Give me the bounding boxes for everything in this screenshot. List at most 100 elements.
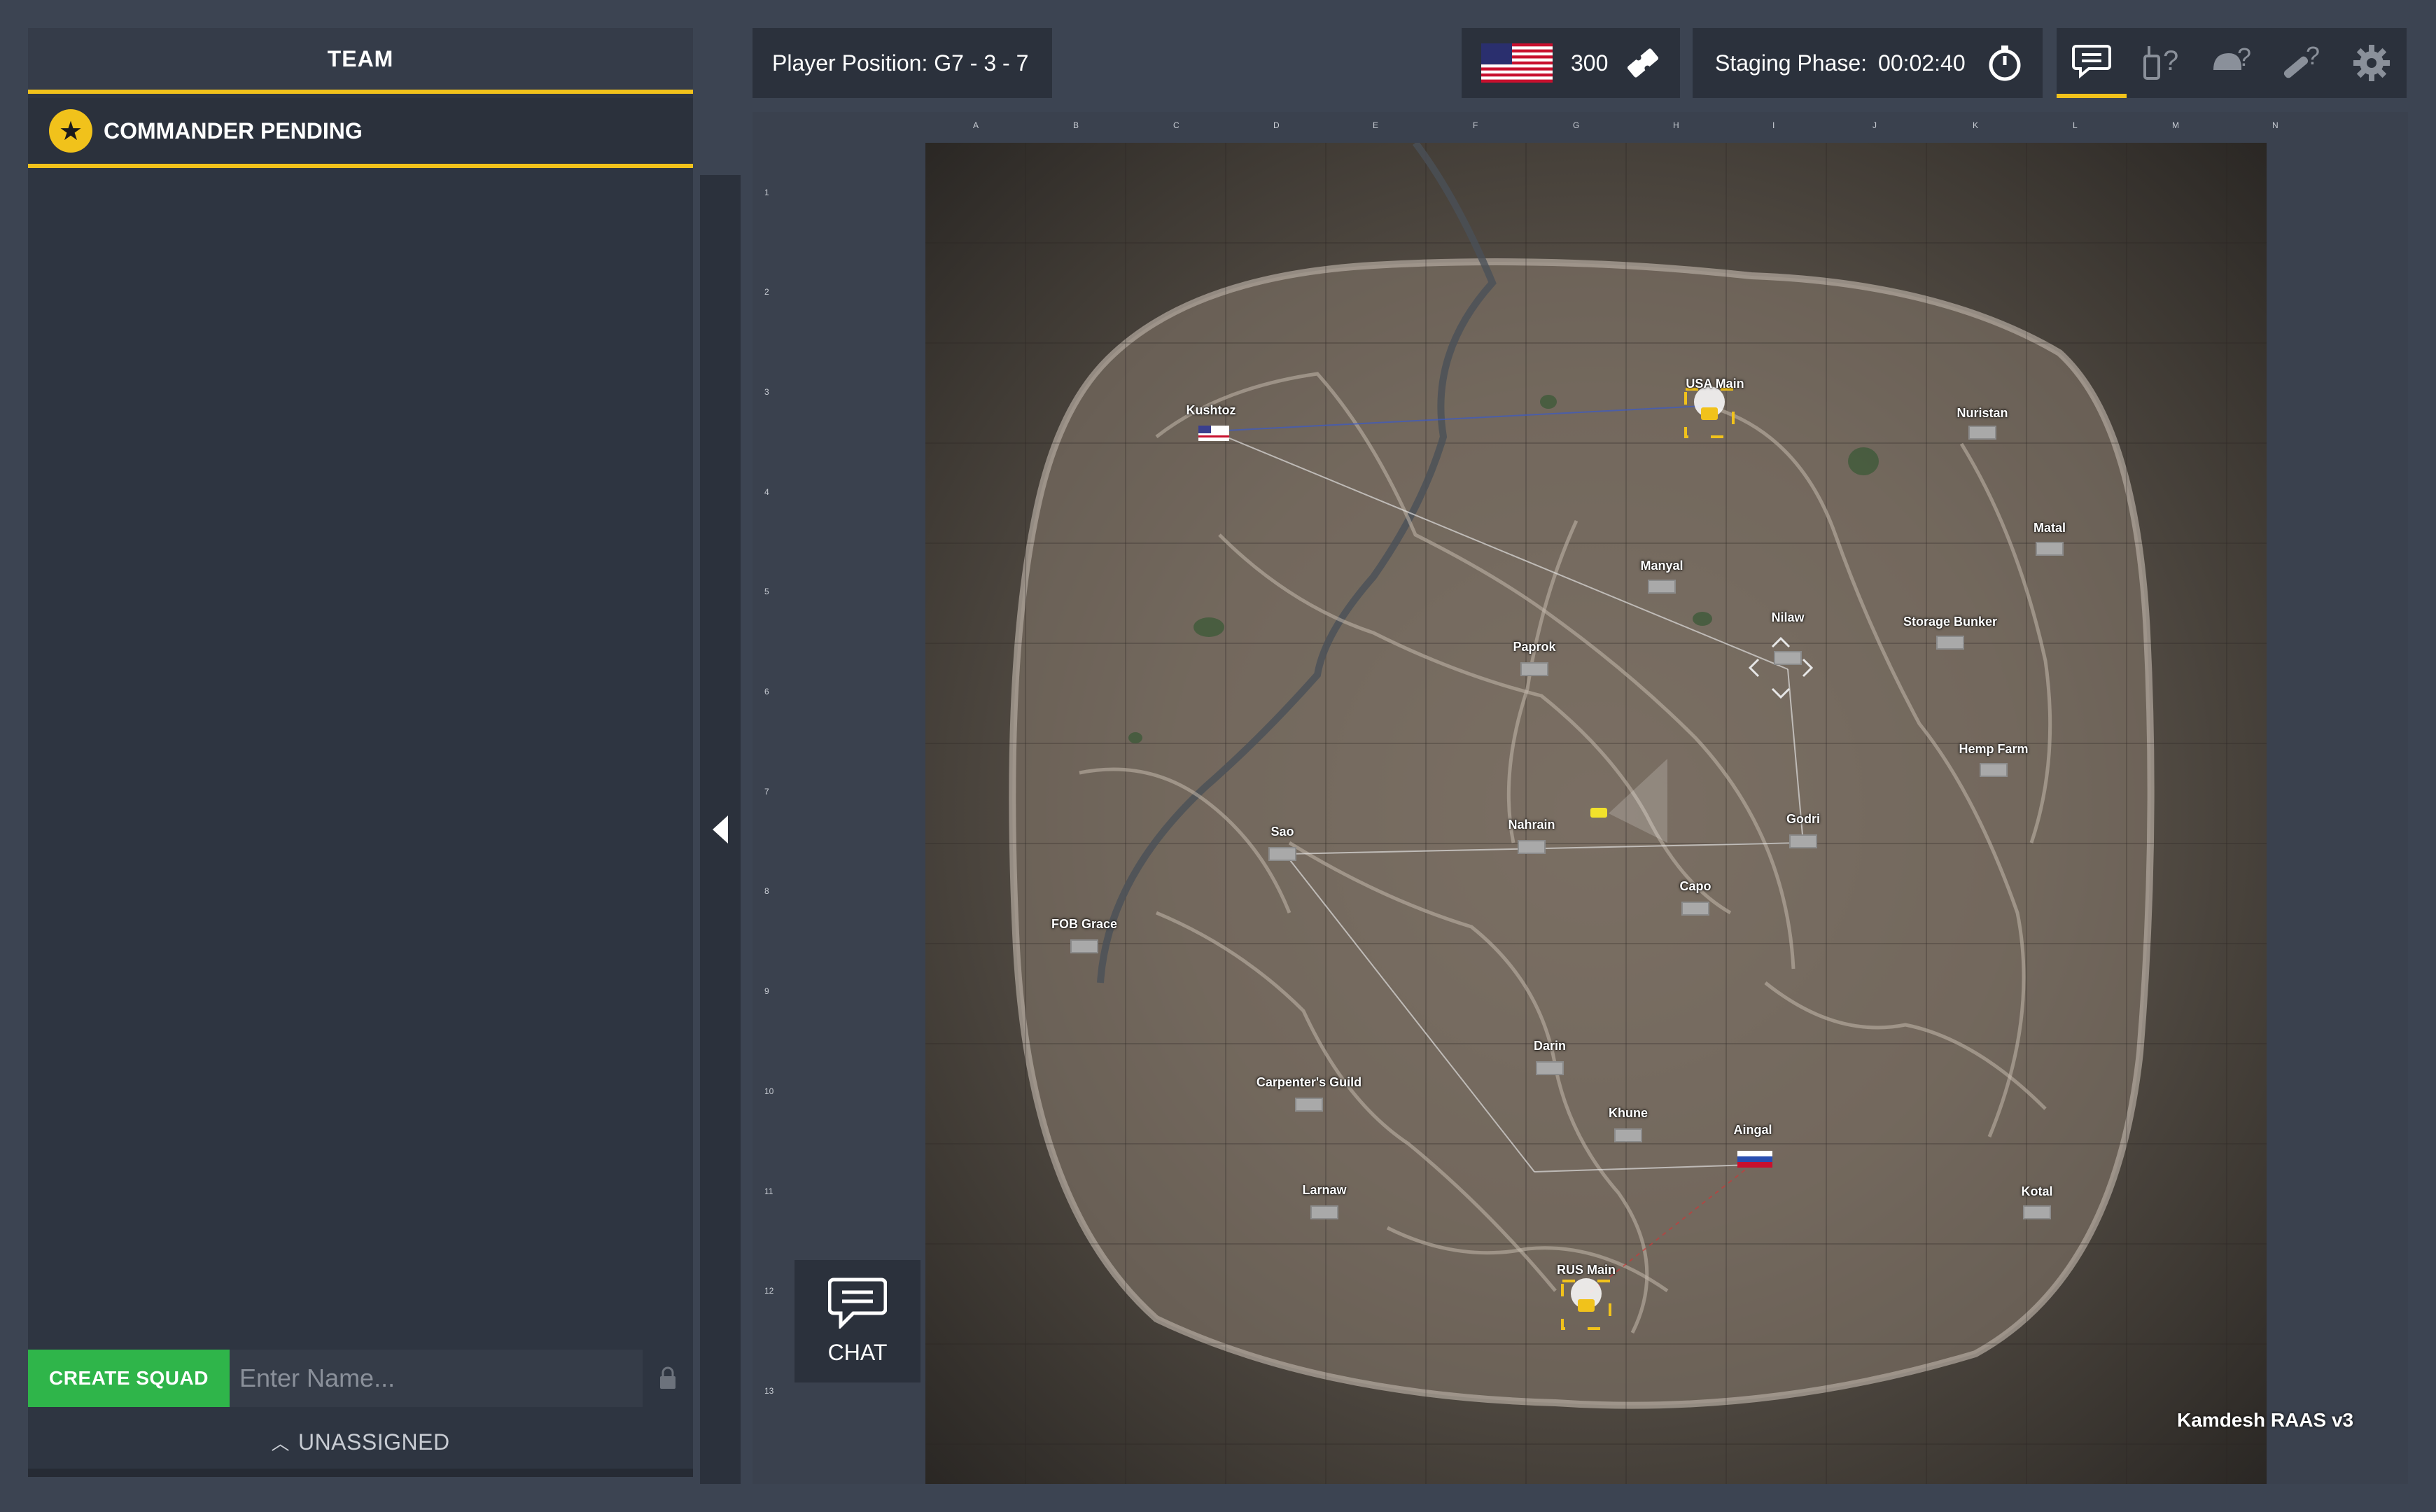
lock-icon[interactable] xyxy=(643,1350,693,1407)
poi-fob-grace[interactable]: FOB Grace xyxy=(1051,917,1117,932)
poi-sao[interactable]: Sao xyxy=(1270,825,1294,839)
chevron-left-icon xyxy=(713,816,728,844)
grid-row-label: 6 xyxy=(764,687,769,696)
helmet-help-icon: ? xyxy=(2213,43,2251,71)
staging-phase-box: Staging Phase: 00:02:40 xyxy=(1693,28,2043,98)
tactical-map[interactable]: USA Main Kushtoz Nuristan Matal Manyal N… xyxy=(925,143,2267,1484)
chat-bubble-icon xyxy=(828,1278,887,1329)
settings-tab[interactable] xyxy=(2337,28,2407,98)
poi-nahrain[interactable]: Nahrain xyxy=(1508,818,1555,832)
poi-matal[interactable]: Matal xyxy=(2033,521,2066,536)
grid-col-label: B xyxy=(1073,120,1079,130)
poi-storage-bunker[interactable]: Storage Bunker xyxy=(1903,615,1997,629)
poi-carpenters-guild-flag xyxy=(1295,1098,1323,1112)
poi-kotal-flag xyxy=(2023,1205,2051,1219)
poi-capo-flag xyxy=(1681,902,1709,916)
poi-nilaw[interactable]: Nilaw xyxy=(1771,610,1804,625)
commander-row[interactable]: ★ COMMANDER PENDING xyxy=(28,98,693,168)
poi-paprok[interactable]: Paprok xyxy=(1513,640,1555,654)
poi-nilaw-flag xyxy=(1774,651,1802,665)
map-terrain xyxy=(925,143,2267,1484)
poi-kotal[interactable]: Kotal xyxy=(2022,1184,2053,1199)
top-icon-bar: ? ? ? xyxy=(2057,28,2407,98)
helmet-help-tab[interactable]: ? xyxy=(2197,28,2267,98)
poi-larnaw-flag xyxy=(1310,1205,1338,1219)
grid-row-label: 9 xyxy=(764,986,769,996)
radio-help-tab[interactable]: ? xyxy=(2127,28,2197,98)
commander-star-icon: ★ xyxy=(49,109,92,153)
grid-row-label: 4 xyxy=(764,487,769,497)
poi-nahrain-flag xyxy=(1518,840,1546,854)
poi-larnaw[interactable]: Larnaw xyxy=(1302,1183,1346,1198)
poi-kushtoz[interactable]: Kushtoz xyxy=(1186,403,1236,418)
svg-text:?: ? xyxy=(2237,43,2251,71)
squad-name-input[interactable] xyxy=(230,1350,643,1407)
grid-col-label: L xyxy=(2073,120,2078,130)
grid-col-label: N xyxy=(2272,120,2278,130)
poi-usa-main[interactable]: USA Main xyxy=(1686,377,1744,391)
svg-text:?: ? xyxy=(2306,42,2320,70)
poi-rus-main[interactable]: RUS Main xyxy=(1557,1263,1616,1278)
grid-col-label: I xyxy=(1772,120,1775,130)
grid-row-label: 11 xyxy=(764,1186,774,1196)
poi-godri-flag xyxy=(1789,834,1817,848)
grid-col-label: K xyxy=(1973,120,1979,130)
panel-bottom-divider xyxy=(28,1469,693,1477)
grid-row-label: 7 xyxy=(764,787,769,797)
grid-col-label: H xyxy=(1673,120,1679,130)
chevron-up-icon: ︿ xyxy=(271,1432,290,1454)
poi-paprok-flag xyxy=(1520,662,1548,676)
poi-matal-flag xyxy=(2036,542,2064,556)
poi-manyal[interactable]: Manyal xyxy=(1640,559,1683,573)
usa-flag-icon xyxy=(1481,43,1553,83)
unassigned-toggle[interactable]: ︿ UNASSIGNED xyxy=(28,1421,693,1463)
chat-label: CHAT xyxy=(827,1340,888,1365)
rocket-help-tab[interactable]: ? xyxy=(2267,28,2337,98)
poi-khune-flag xyxy=(1614,1128,1642,1142)
collapse-panel-button[interactable] xyxy=(700,175,741,1484)
grid-row-label: 2 xyxy=(764,287,769,297)
grid-col-label: D xyxy=(1273,120,1280,130)
create-squad-button[interactable]: CREATE SQUAD xyxy=(28,1350,230,1407)
tickets-count: 300 xyxy=(1571,50,1609,76)
commander-status: COMMANDER PENDING xyxy=(104,118,363,144)
grid-row-label: 10 xyxy=(764,1086,774,1096)
poi-sao-flag xyxy=(1268,847,1296,861)
grid-row-label: 12 xyxy=(764,1286,774,1296)
grid-col-label: A xyxy=(973,120,979,130)
poi-khune[interactable]: Khune xyxy=(1609,1106,1648,1121)
chat-icon xyxy=(2072,45,2111,78)
poi-manyal-flag xyxy=(1648,580,1676,594)
grid-row-label: 8 xyxy=(764,886,769,896)
team-panel: TEAM ★ COMMANDER PENDING CREATE SQUAD ︿ … xyxy=(28,28,693,1477)
poi-aingal[interactable]: Aingal xyxy=(1733,1123,1772,1138)
team-header[interactable]: TEAM xyxy=(28,28,693,94)
poi-darin[interactable]: Darin xyxy=(1534,1039,1566,1054)
create-squad-row: CREATE SQUAD xyxy=(28,1350,693,1407)
chat-tab[interactable] xyxy=(2057,28,2127,98)
player-position-text: Player Position: G7 - 3 - 7 xyxy=(772,50,1029,76)
grid-col-label: J xyxy=(1872,120,1877,130)
map-name: Kamdesh RAAS v3 xyxy=(2177,1409,2354,1431)
grid-col-label: F xyxy=(1473,120,1478,130)
grid-row-label: 5 xyxy=(764,587,769,596)
staging-phase-label: Staging Phase: xyxy=(1715,50,1868,76)
poi-nuristan[interactable]: Nuristan xyxy=(1956,406,2008,421)
ticket-icon xyxy=(1628,48,1659,78)
grid-col-label: G xyxy=(1573,120,1580,130)
grid-col-label: M xyxy=(2172,120,2179,130)
stopwatch-icon xyxy=(1989,46,2021,81)
poi-nuristan-flag xyxy=(1968,426,1996,440)
poi-hemp-farm[interactable]: Hemp Farm xyxy=(1959,742,2028,757)
team-title: TEAM xyxy=(327,46,394,71)
poi-godri[interactable]: Godri xyxy=(1786,812,1820,827)
tickets-box: 300 xyxy=(1462,28,1680,98)
svg-text:?: ? xyxy=(2163,46,2178,76)
staging-phase-time: 00:02:40 xyxy=(1878,50,1966,76)
poi-carpenters-guild[interactable]: Carpenter's Guild xyxy=(1256,1075,1362,1090)
grid-row-label: 1 xyxy=(764,188,769,197)
grid-col-label: C xyxy=(1173,120,1180,130)
poi-capo[interactable]: Capo xyxy=(1680,879,1712,894)
poi-fob-grace-flag xyxy=(1070,939,1098,953)
chat-button[interactable]: CHAT xyxy=(794,1260,920,1382)
